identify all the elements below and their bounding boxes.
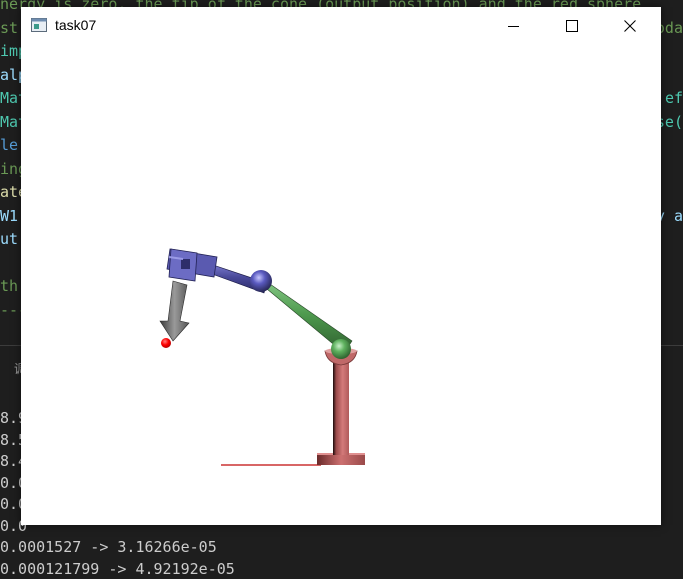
title-bar[interactable]: task07 [21,7,661,45]
3d-viewport[interactable] [21,45,661,525]
maximize-icon [566,20,578,32]
shoulder-joint [331,339,351,359]
close-button[interactable] [607,7,653,45]
minimize-button[interactable] [491,7,537,45]
window-title: task07 [55,17,97,33]
code-line: le [0,136,19,154]
code-line: th [0,277,19,295]
elbow-joint [250,270,272,292]
app-window-icon [31,18,47,32]
code-line-right: ef [664,89,683,107]
terminal-line: 0.000121799 -> 4.92192e-05 [0,559,235,578]
app-window: task07 [21,7,661,525]
end-effector-cone [159,280,190,342]
code-line: st [0,18,19,37]
wrist-notch [181,259,190,269]
close-icon [624,20,636,32]
code-line: ut [0,230,19,248]
target-sphere [161,338,171,348]
maximize-button[interactable] [549,7,595,45]
code-line: W1 [0,206,19,225]
minimize-icon [508,26,519,27]
base-pole [333,355,349,455]
terminal-line: 0.0001527 -> 3.16266e-05 [0,538,217,556]
